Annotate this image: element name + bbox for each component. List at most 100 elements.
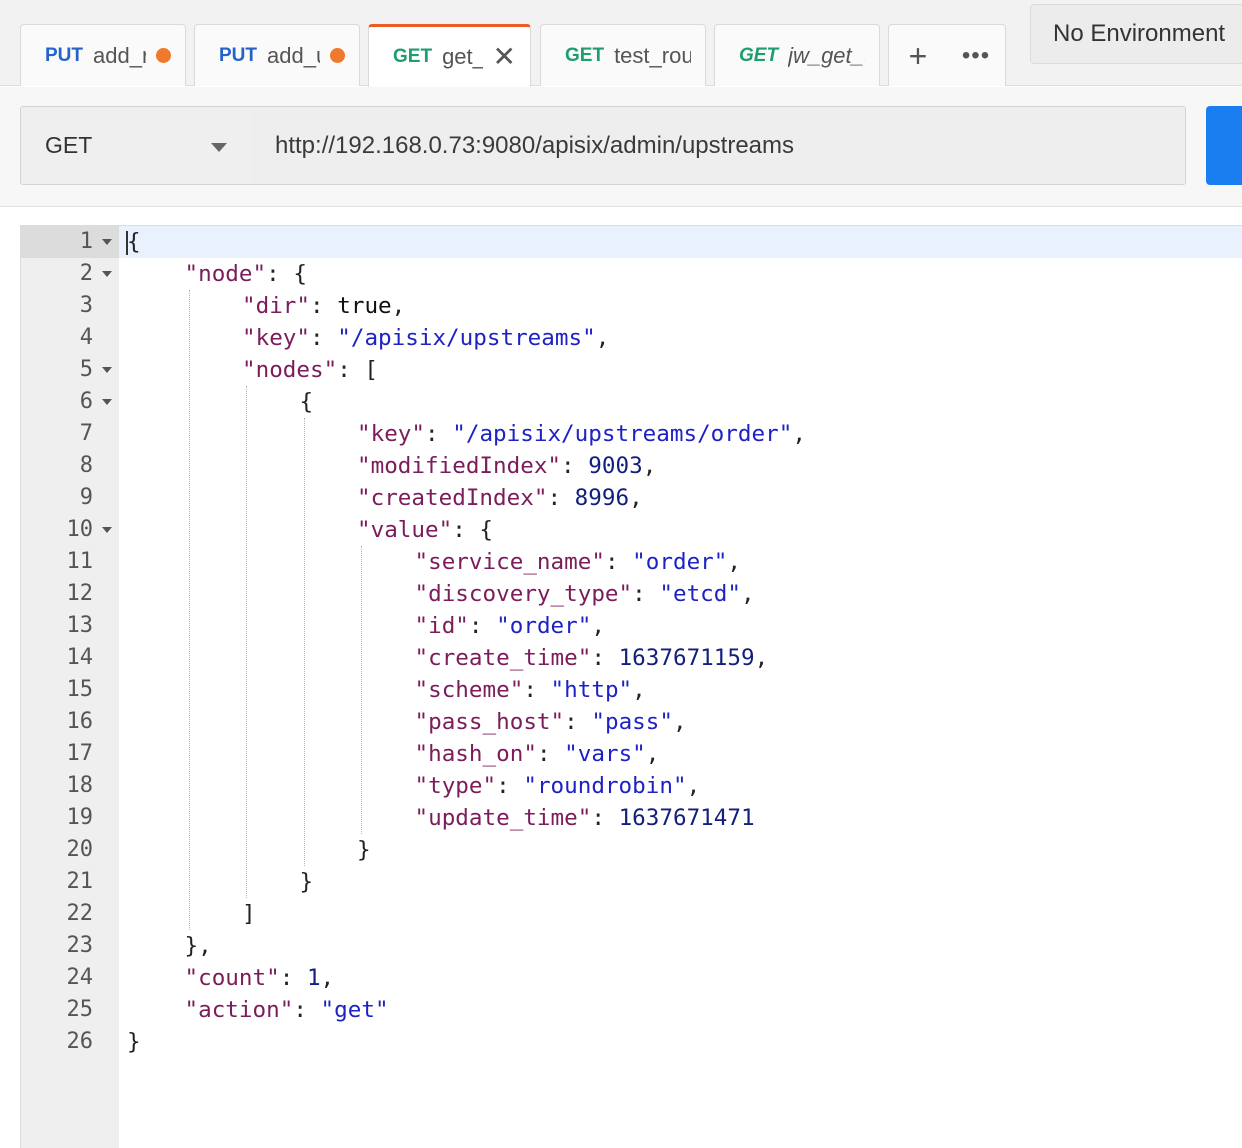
code-line: } bbox=[127, 834, 806, 866]
json-punctuation: , bbox=[642, 453, 657, 479]
json-punctuation: } bbox=[299, 869, 314, 895]
line-number: 25 bbox=[21, 994, 119, 1026]
close-tab-icon[interactable]: ✕ bbox=[493, 43, 516, 71]
line-number-text: 1 bbox=[79, 229, 93, 254]
json-punctuation: : bbox=[425, 421, 453, 447]
fold-arrow-icon[interactable] bbox=[102, 527, 112, 533]
code-line: "value": { bbox=[127, 514, 806, 546]
json-punctuation: : bbox=[293, 997, 321, 1023]
code-line: "key": "/apisix/upstreams", bbox=[127, 322, 806, 354]
line-number-text: 12 bbox=[66, 581, 94, 606]
unsaved-dot-icon bbox=[330, 48, 345, 63]
tab-method: PUT bbox=[45, 44, 83, 66]
json-punctuation: , bbox=[632, 677, 646, 703]
line-number: 4 bbox=[21, 322, 119, 354]
environment-selector[interactable]: No Environment bbox=[1030, 4, 1242, 64]
json-punctuation: }, bbox=[184, 933, 212, 959]
fold-arrow-icon[interactable] bbox=[102, 239, 112, 245]
json-punctuation: : bbox=[547, 485, 575, 511]
line-number: 18 bbox=[21, 770, 119, 802]
request-tab[interactable]: PUT add_r bbox=[20, 24, 186, 86]
json-punctuation: { bbox=[299, 389, 314, 415]
line-number-text: 10 bbox=[66, 517, 94, 542]
json-punctuation: , bbox=[741, 581, 755, 607]
line-number: 17 bbox=[21, 738, 119, 770]
code-line: "node": { bbox=[127, 258, 806, 290]
request-bar: GET http://192.168.0.73:9080/apisix/admi… bbox=[0, 87, 1242, 207]
json-string: "roundrobin" bbox=[523, 773, 687, 799]
json-punctuation: , bbox=[727, 549, 741, 575]
line-number-text: 24 bbox=[66, 965, 94, 990]
method-select[interactable]: GET bbox=[20, 106, 254, 185]
line-number-text: 21 bbox=[66, 869, 94, 894]
json-key: "create_time" bbox=[414, 645, 592, 671]
code-line: } bbox=[127, 1026, 806, 1058]
code-line: "pass_host": "pass", bbox=[127, 706, 806, 738]
json-punctuation: : [ bbox=[337, 357, 379, 383]
line-number: 15 bbox=[21, 674, 119, 706]
json-number: 8996 bbox=[574, 485, 630, 511]
line-number: 14 bbox=[21, 642, 119, 674]
code-line: "dir": true, bbox=[127, 290, 806, 322]
json-punctuation: : bbox=[604, 549, 633, 575]
json-string: "get" bbox=[320, 997, 389, 1023]
code-content[interactable]: {"node": {"dir": true, "key": "/apisix/up… bbox=[127, 226, 806, 1058]
json-punctuation: : bbox=[591, 805, 619, 831]
line-number-text: 18 bbox=[66, 773, 94, 798]
code-line: "key": "/apisix/upstreams/order", bbox=[127, 418, 806, 450]
json-punctuation: , bbox=[595, 325, 610, 351]
request-tab[interactable]: PUT add_u bbox=[194, 24, 360, 86]
json-punctuation: , bbox=[686, 773, 701, 799]
json-punctuation: : bbox=[591, 645, 619, 671]
plus-icon[interactable]: + bbox=[889, 40, 947, 72]
json-string: "vars" bbox=[564, 741, 646, 767]
json-key: "action" bbox=[184, 997, 294, 1023]
json-punctuation: } bbox=[127, 1029, 141, 1055]
json-punctuation: } bbox=[357, 837, 371, 863]
tab-name: jw_get_token bbox=[788, 42, 865, 68]
json-punctuation: , bbox=[391, 293, 406, 319]
line-number-text: 15 bbox=[66, 677, 94, 702]
json-punctuation: : bbox=[561, 453, 589, 479]
line-number: 20 bbox=[21, 834, 119, 866]
line-number-text: 20 bbox=[66, 837, 94, 862]
json-string: "pass" bbox=[591, 709, 673, 735]
json-key: "service_name" bbox=[414, 549, 605, 575]
url-input[interactable]: http://192.168.0.73:9080/apisix/admin/up… bbox=[253, 106, 1186, 185]
fold-arrow-icon[interactable] bbox=[102, 367, 112, 373]
tab-name: get_u bbox=[442, 44, 482, 69]
code-line: "update_time": 1637671471 bbox=[127, 802, 806, 834]
json-punctuation: : { bbox=[452, 517, 494, 543]
more-options-icon[interactable]: ••• bbox=[947, 43, 1005, 68]
code-line: "nodes": [ bbox=[127, 354, 806, 386]
send-button[interactable] bbox=[1206, 106, 1242, 185]
json-punctuation: : bbox=[468, 613, 497, 639]
line-number-text: 19 bbox=[66, 805, 94, 830]
json-key: "id" bbox=[414, 613, 469, 639]
line-number: 19 bbox=[21, 802, 119, 834]
line-number-text: 26 bbox=[66, 1029, 94, 1054]
request-tab[interactable]: GET jw_get_token bbox=[714, 24, 880, 86]
json-punctuation: : bbox=[496, 773, 524, 799]
json-punctuation: , bbox=[629, 485, 643, 511]
json-string: "/apisix/upstreams/order" bbox=[452, 421, 793, 447]
request-tab-active[interactable]: GET get_u ✕ bbox=[368, 24, 531, 87]
line-number: 21 bbox=[21, 866, 119, 898]
code-line: "action": "get" bbox=[127, 994, 806, 1026]
fold-arrow-icon[interactable] bbox=[102, 271, 112, 277]
tab-name: add_r bbox=[93, 42, 146, 68]
line-number: 23 bbox=[21, 930, 119, 962]
json-punctuation: , bbox=[591, 613, 605, 639]
fold-arrow-icon[interactable] bbox=[102, 399, 112, 405]
unsaved-dot-icon bbox=[156, 48, 171, 63]
response-body-editor[interactable]: 1 2 3 4 5 6 7 8 9 10 11 12 13 14 15 16 17 18 19 20 21 22 23 24 2… bbox=[20, 225, 1242, 1148]
json-punctuation: ] bbox=[242, 901, 256, 927]
request-tab[interactable]: GET test_route bbox=[540, 24, 706, 86]
line-number-text: 25 bbox=[66, 997, 94, 1022]
line-numbers: 1 2 3 4 5 6 7 8 9 10 11 12 13 14 15 16 17 18 19 20 21 22 23 24 2… bbox=[21, 226, 119, 1058]
json-string: "etcd" bbox=[659, 581, 741, 607]
line-number: 16 bbox=[21, 706, 119, 738]
json-key: "discovery_type" bbox=[414, 581, 633, 607]
json-key: "key" bbox=[357, 421, 426, 447]
tab-method: GET bbox=[393, 46, 433, 67]
